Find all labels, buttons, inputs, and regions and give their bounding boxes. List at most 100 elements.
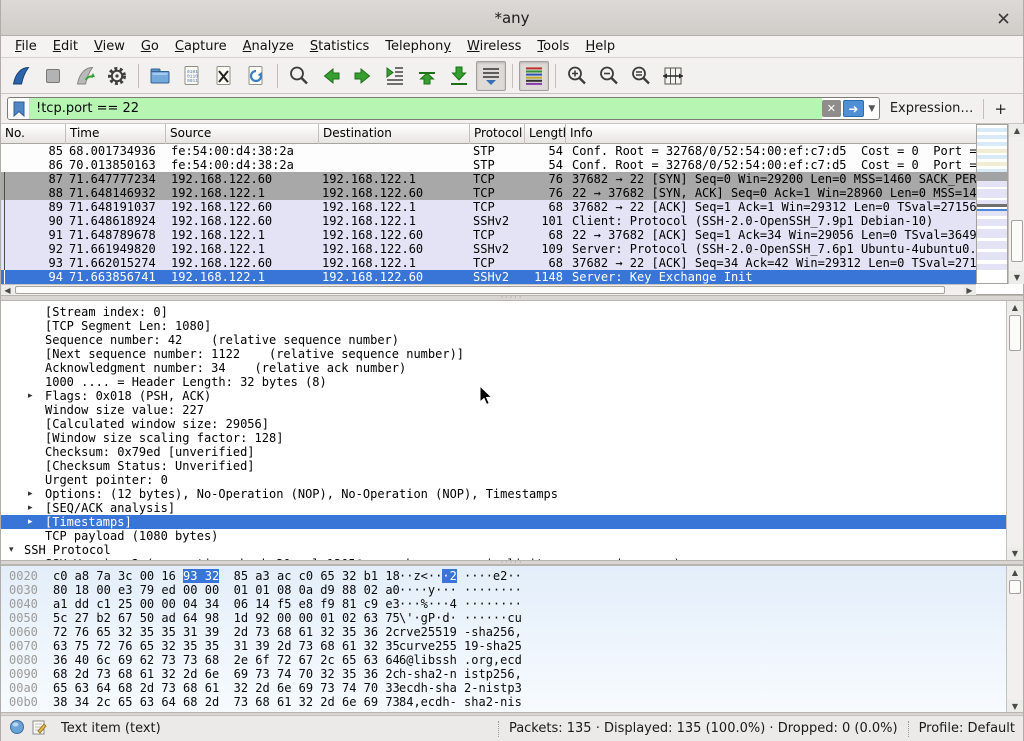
column-header-source[interactable]: Source [166, 124, 319, 144]
capture-comment-button[interactable] [31, 719, 47, 739]
detail-line[interactable]: [Next sequence number: 1122 (relative se… [1, 347, 1008, 361]
detail-line[interactable]: ▾SSH Protocol [1, 543, 1008, 557]
packet-row-90[interactable]: 9071.648618924192.168.122.60192.168.122.… [1, 214, 976, 228]
save-file-button[interactable]: 010101100011 [177, 61, 207, 91]
menu-file[interactable]: File [7, 37, 45, 56]
go-last-button[interactable] [444, 61, 474, 91]
detail-line[interactable]: 1000 .... = Header Length: 32 bytes (8) [1, 375, 1008, 389]
zoom-in-button[interactable] [562, 61, 592, 91]
packet-row-85[interactable]: 8568.001734936fe:54:00:d4:38:2aSTP54Conf… [1, 144, 976, 158]
go-to-packet-button[interactable] [380, 61, 410, 91]
column-header-protocol[interactable]: Protocol [470, 124, 525, 144]
status-profile[interactable]: Profile: Default [919, 721, 1015, 736]
scroll-down-arrow[interactable]: ▼ [1007, 700, 1023, 712]
auto-scroll-button[interactable] [476, 61, 506, 91]
scroll-up-arrow[interactable]: ▲ [1007, 566, 1023, 579]
scroll-down-arrow[interactable]: ▼ [1007, 547, 1023, 560]
expert-info-button[interactable] [9, 719, 25, 739]
zoom-100-button[interactable] [626, 61, 656, 91]
hex-row-0020[interactable]: 0020c0 a8 7a 3c 00 16 93 32 85 a3 ac c0 … [1, 569, 1008, 583]
go-back-button[interactable] [316, 61, 346, 91]
intelligent-scrollbar-minimap[interactable] [976, 124, 1008, 284]
column-header-destination[interactable]: Destination [319, 124, 470, 144]
menu-go[interactable]: Go [133, 37, 167, 56]
detail-line[interactable]: [Checksum Status: Unverified] [1, 459, 1008, 473]
packet-row-86[interactable]: 8670.013850163fe:54:00:d4:38:2aSTP54Conf… [1, 158, 976, 172]
resize-columns-button[interactable] [658, 61, 688, 91]
detail-line[interactable]: Checksum: 0x79ed [unverified] [1, 445, 1008, 459]
menu-help[interactable]: Help [577, 37, 623, 56]
close-window-button[interactable] [993, 8, 1013, 28]
go-first-button[interactable] [412, 61, 442, 91]
filter-bookmark-button[interactable] [8, 98, 30, 119]
detail-line[interactable]: [TCP Segment Len: 1080] [1, 319, 1008, 333]
menu-edit[interactable]: Edit [45, 37, 86, 56]
detail-line[interactable]: TCP payload (1080 bytes) [1, 529, 1008, 543]
open-file-button[interactable] [145, 61, 175, 91]
hex-row-0090[interactable]: 009068 2d 73 68 61 32 2d 6e 69 73 74 70 … [1, 667, 1008, 681]
menu-telephony[interactable]: Telephony [377, 37, 459, 56]
detail-line[interactable]: ▸SSH Version 2 (encryption:chacha20-poly… [1, 557, 1008, 560]
menu-tools[interactable]: Tools [529, 37, 577, 56]
scroll-right-arrow[interactable]: ▶ [963, 285, 976, 295]
filter-clear-button[interactable]: ✕ [822, 100, 841, 117]
hex-row-0080[interactable]: 008036 40 6c 69 62 73 73 68 2e 6f 72 67 … [1, 653, 1008, 667]
detail-line[interactable]: [Window size scaling factor: 128] [1, 431, 1008, 445]
scroll-up-arrow[interactable]: ▲ [1009, 124, 1024, 137]
packet-row-92[interactable]: 9271.661949820192.168.122.1192.168.122.6… [1, 242, 976, 256]
detail-line[interactable]: Window size value: 227 [1, 403, 1008, 417]
hex-row-0050[interactable]: 00505c 27 b2 67 50 ad 64 98 1d 92 00 00 … [1, 611, 1008, 625]
expander-open-icon[interactable]: ▾ [9, 543, 14, 557]
expression-button[interactable]: Expression… [880, 101, 984, 116]
close-file-button[interactable] [209, 61, 239, 91]
filter-add-button[interactable]: + [984, 100, 1017, 118]
capture-options-button[interactable] [102, 61, 132, 91]
detail-line[interactable]: ▸[SEQ/ACK analysis] [1, 501, 1008, 515]
expander-closed-icon[interactable]: ▸ [28, 515, 33, 529]
colorize-button[interactable] [519, 61, 549, 91]
filter-apply-button[interactable]: ➜ [843, 100, 864, 117]
expander-closed-icon[interactable]: ▸ [28, 557, 33, 560]
scrollbar-thumb[interactable] [1009, 580, 1021, 594]
hex-row-0060[interactable]: 006072 76 65 32 35 35 31 39 2d 73 68 61 … [1, 625, 1008, 639]
menu-view[interactable]: View [86, 37, 133, 56]
stop-capture-button[interactable] [38, 61, 68, 91]
scrollbar-thumb[interactable] [1009, 315, 1021, 351]
hex-row-00b0[interactable]: 00b038 34 2c 65 63 64 68 2d 73 68 61 32 … [1, 695, 1008, 709]
detail-line[interactable]: ▸Options: (12 bytes), No-Operation (NOP)… [1, 487, 1008, 501]
display-filter-field[interactable]: !tcp.port == 22 ✕ ➜ ▼ [7, 97, 880, 120]
column-header-time[interactable]: Time [66, 124, 166, 144]
menu-analyze[interactable]: Analyze [235, 37, 302, 56]
scroll-down-arrow[interactable]: ▼ [1009, 271, 1024, 284]
detail-line[interactable]: [Stream index: 0] [1, 305, 1008, 319]
column-header-no[interactable]: No. [1, 124, 66, 144]
detail-line[interactable]: Urgent pointer: 0 [1, 473, 1008, 487]
scrollbar-thumb[interactable] [1011, 220, 1023, 262]
packet-row-89[interactable]: 8971.648191037192.168.122.60192.168.122.… [1, 200, 976, 214]
reload-file-button[interactable] [241, 61, 271, 91]
menu-statistics[interactable]: Statistics [302, 37, 377, 56]
hex-row-0030[interactable]: 003080 18 00 e3 79 ed 00 00 01 01 08 0a … [1, 583, 1008, 597]
zoom-out-button[interactable] [594, 61, 624, 91]
find-packet-button[interactable] [284, 61, 314, 91]
scroll-left-arrow[interactable]: ◀ [1, 285, 14, 295]
expander-closed-icon[interactable]: ▸ [28, 487, 33, 501]
menu-wireless[interactable]: Wireless [459, 37, 529, 56]
packet-list-vscrollbar[interactable]: ▲ ▼ [1008, 124, 1024, 284]
display-filter-input[interactable]: !tcp.port == 22 [30, 98, 822, 119]
detail-line[interactable]: ▸[Timestamps] [1, 515, 1008, 529]
menu-capture[interactable]: Capture [167, 37, 235, 56]
packet-row-88[interactable]: 8871.648146932192.168.122.1192.168.122.6… [1, 186, 976, 200]
bytes-vscrollbar[interactable]: ▲ ▼ [1006, 566, 1023, 712]
scroll-up-arrow[interactable]: ▲ [1007, 301, 1023, 314]
detail-line[interactable]: Acknowledgment number: 34 (relative ack … [1, 361, 1008, 375]
packet-row-94[interactable]: 9471.663856741192.168.122.1192.168.122.6… [1, 270, 976, 284]
packet-row-91[interactable]: 9171.648789678192.168.122.1192.168.122.6… [1, 228, 976, 242]
details-vscrollbar[interactable]: ▲ ▼ [1006, 301, 1023, 560]
column-header-info[interactable]: Info [566, 124, 1024, 144]
detail-line[interactable]: Sequence number: 42 (relative sequence n… [1, 333, 1008, 347]
packet-row-93[interactable]: 9371.662015274192.168.122.60192.168.122.… [1, 256, 976, 270]
title-bar[interactable]: *any [1, 0, 1023, 36]
filter-dropdown-caret[interactable]: ▼ [865, 98, 879, 119]
hex-row-0040[interactable]: 0040a1 dd c1 25 00 00 04 34 06 14 f5 e8 … [1, 597, 1008, 611]
